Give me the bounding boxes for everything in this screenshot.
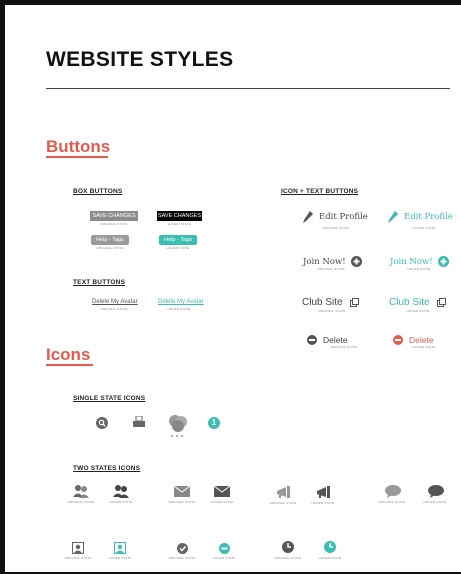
- portrait-icon-hover[interactable]: [114, 542, 126, 554]
- original-state-caption: ORIGINAL STATE: [96, 246, 124, 250]
- plus-circle-icon: [350, 256, 362, 267]
- original-state-caption: ORIGINAL STATE: [317, 267, 345, 271]
- original-state-caption: ORIGINAL STATE: [378, 500, 406, 504]
- icon-text-buttons-heading: ICON + TEXT BUTTONS: [281, 188, 359, 195]
- external-window-icon: [436, 298, 446, 307]
- clock-icon-hover[interactable]: [324, 541, 336, 553]
- delete-avatar-link-hover[interactable]: Delete My Avatar: [158, 299, 204, 305]
- original-state-caption: ORIGINAL STATE: [100, 222, 128, 226]
- original-state-caption: ORIGINAL STATE: [330, 345, 358, 349]
- original-state-caption: ORIGINAL STATE: [318, 309, 346, 313]
- hover-state-caption: HOVER STATE: [318, 556, 342, 560]
- icons-heading: Icons: [46, 345, 91, 364]
- loading-cloud-icon: [168, 412, 188, 438]
- count-badge-icon: 1: [208, 417, 220, 429]
- help-tags-button-hover[interactable]: Help - Tags: [159, 235, 197, 245]
- icons-underline: [46, 364, 93, 366]
- pencil-icon: [303, 211, 313, 223]
- hover-state-caption: HOVER STATE: [423, 500, 447, 504]
- search-icon[interactable]: [96, 417, 108, 429]
- envelope-icon-hover[interactable]: [214, 486, 230, 497]
- buttons-heading: Buttons: [46, 137, 111, 156]
- hover-state-caption: HOVER STATE: [212, 556, 236, 560]
- hover-state-caption: HOVER STATE: [108, 556, 132, 560]
- envelope-icon[interactable]: [174, 486, 190, 497]
- original-state-caption: ORIGINAL STATE: [168, 500, 196, 504]
- printer-icon[interactable]: [133, 416, 145, 428]
- original-state-caption: ORIGINAL STATE: [100, 307, 128, 311]
- hover-state-caption: HOVER STATE: [311, 501, 335, 505]
- two-states-heading: TWO STATES ICONS: [73, 465, 141, 472]
- join-now-label: Join Now!: [390, 256, 433, 267]
- megaphone-icon[interactable]: [276, 486, 294, 499]
- original-state-caption: ORIGINAL STATE: [322, 226, 350, 230]
- club-site-label: Club Site: [302, 297, 343, 308]
- edit-profile-label: Edit Profile: [319, 212, 368, 222]
- original-state-caption: ORIGINAL STATE: [64, 556, 92, 560]
- original-state-caption: ORIGINAL STATE: [67, 500, 95, 504]
- edit-profile-button[interactable]: Edit Profile: [303, 211, 368, 223]
- club-site-label: Club Site: [389, 297, 430, 308]
- title-divider: [46, 88, 450, 89]
- minus-circle-icon: [307, 335, 317, 345]
- buttons-underline: [46, 156, 108, 158]
- delete-avatar-link[interactable]: Delete My Avatar: [92, 299, 138, 305]
- delete-button[interactable]: Delete: [307, 335, 348, 345]
- hover-state-caption: HOVER STATE: [412, 226, 436, 230]
- original-state-caption: ORIGINAL STATE: [274, 556, 302, 560]
- pencil-icon: [388, 211, 398, 223]
- hover-state-caption: HOVER STATE: [406, 309, 430, 313]
- help-tags-button[interactable]: Help - Tags: [91, 235, 129, 245]
- save-changes-button-hover[interactable]: SAVE CHANGES: [157, 211, 202, 221]
- plus-circle-icon: [437, 256, 449, 267]
- hover-state-caption: HOVER STATE: [168, 222, 191, 226]
- original-state-caption: ORIGINAL STATE: [168, 556, 196, 560]
- join-now-button[interactable]: Join Now!: [303, 256, 362, 267]
- original-state-caption: ORIGINAL STATE: [269, 501, 297, 505]
- speech-bubble-icon-hover[interactable]: [428, 485, 444, 498]
- megaphone-icon-hover[interactable]: [316, 486, 334, 499]
- hover-state-caption: HOVER STATE: [210, 500, 234, 504]
- edit-profile-label: Edit Profile: [404, 212, 453, 222]
- minus-circle-icon[interactable]: [219, 543, 230, 554]
- delete-label: Delete: [409, 335, 434, 345]
- speech-bubble-icon[interactable]: [385, 485, 401, 498]
- edit-profile-button-hover[interactable]: Edit Profile: [388, 211, 453, 223]
- delete-button-hover[interactable]: Delete: [393, 335, 434, 345]
- hover-state-caption: HOVER STATE: [407, 267, 431, 271]
- external-window-icon: [349, 298, 359, 307]
- users-icon-hover[interactable]: [113, 485, 130, 498]
- text-buttons-heading: TEXT BUTTONS: [73, 279, 126, 286]
- hover-state-caption: HOVER STATE: [109, 500, 133, 504]
- clock-icon[interactable]: [282, 541, 294, 553]
- club-site-button[interactable]: Club Site: [302, 297, 359, 308]
- minus-circle-icon: [393, 335, 403, 345]
- hover-state-caption: HOVER STATE: [166, 246, 190, 250]
- hover-state-caption: HOVER STATE: [167, 307, 191, 311]
- join-now-label: Join Now!: [303, 256, 346, 267]
- delete-label: Delete: [323, 335, 348, 345]
- users-icon[interactable]: [73, 485, 90, 498]
- hover-state-caption: HOVER STATE: [412, 345, 436, 349]
- page-title: WEBSITE STYLES: [46, 48, 234, 71]
- check-circle-icon[interactable]: [177, 543, 188, 554]
- save-changes-button[interactable]: SAVE CHANGES: [90, 211, 138, 221]
- box-buttons-heading: BOX BUTTONS: [73, 188, 123, 195]
- club-site-button-hover[interactable]: Club Site: [389, 297, 446, 308]
- single-state-heading: SINGLE STATE ICONS: [73, 395, 146, 402]
- portrait-icon[interactable]: [72, 542, 84, 554]
- join-now-button-hover[interactable]: Join Now!: [390, 256, 449, 267]
